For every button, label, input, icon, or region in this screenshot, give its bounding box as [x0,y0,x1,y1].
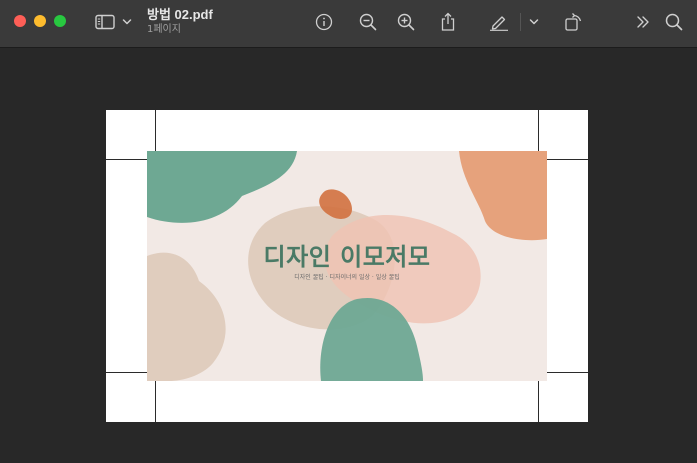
blob-beige-left [147,252,226,381]
markup-pen-icon [489,13,509,31]
close-window-button[interactable] [14,15,26,27]
share-icon [439,12,457,32]
chevron-down-icon [529,18,539,26]
markup-menu-button[interactable] [527,10,541,34]
sidebar-icon [95,14,115,30]
zoom-in-button[interactable] [395,10,417,34]
slide-title: 디자인 이모저모 [263,243,431,271]
slide-subtitle: 디자인 꿀팁 · 디자이너의 일상 · 일상 꿀팁 [294,274,400,281]
share-button[interactable] [437,10,459,34]
minimize-window-button[interactable] [34,15,46,27]
info-icon [315,13,333,31]
blob-green-top-left [147,151,297,223]
chevron-down-icon [122,18,132,26]
sidebar-menu-button[interactable] [120,10,134,34]
maximize-window-button[interactable] [54,15,66,27]
rotate-icon [563,12,583,32]
more-chevrons-icon [635,15,651,29]
blob-orange-top-right [459,151,547,241]
page-count: 1페이지 [147,24,181,35]
document-title: 방법 02.pdf [147,7,213,22]
title-bar: 방법 02.pdf 1페이지 [0,0,697,48]
zoom-out-icon [359,13,377,31]
info-button[interactable] [313,10,335,34]
rotate-button[interactable] [562,10,584,34]
slide-artwork: 디자인 이모저모 디자인 꿀팁 · 디자이너의 일상 · 일상 꿀팁 [147,151,547,381]
zoom-out-button[interactable] [357,10,379,34]
zoom-in-icon [397,13,415,31]
toolbar-separator [520,13,521,31]
more-toolbar-button[interactable] [632,10,654,34]
search-button[interactable] [663,10,685,34]
sidebar-toggle-button[interactable] [94,10,116,34]
markup-button[interactable] [488,10,510,34]
search-icon [665,13,683,31]
